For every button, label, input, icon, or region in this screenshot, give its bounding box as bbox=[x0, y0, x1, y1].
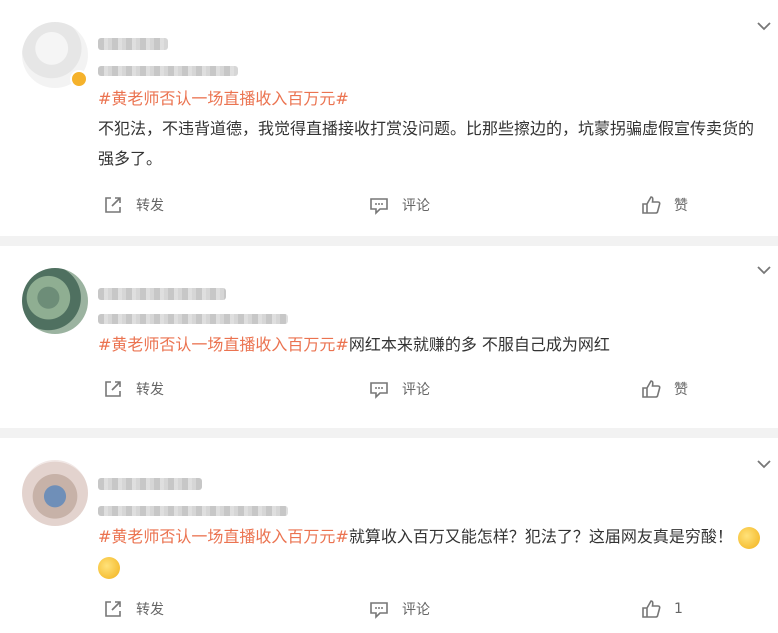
repost-button[interactable]: 转发 bbox=[102, 598, 164, 620]
comment-label: 评论 bbox=[402, 382, 430, 398]
hashtag-link[interactable]: #黄老师否认一场直播收入百万元# bbox=[98, 527, 349, 546]
username-blurred[interactable] bbox=[98, 38, 168, 50]
post-text: #黄老师否认一场直播收入百万元#网红本来就赚的多 不服自己成为网红 bbox=[98, 330, 764, 360]
repost-label: 转发 bbox=[136, 602, 164, 618]
like-count: 1 bbox=[674, 601, 683, 617]
post-meta-blurred bbox=[98, 314, 288, 324]
post-card: #黄老师否认一场直播收入百万元#就算收入百万又能怎样？犯法了？这届网友真是穷酸！… bbox=[0, 438, 778, 633]
repost-button[interactable]: 转发 bbox=[102, 378, 164, 400]
comment-label: 评论 bbox=[402, 602, 430, 618]
post-body: 不犯法，不违背道德，我觉得直播接收打赏没问题。比那些擦边的，坑蒙拐骗虚假宣传卖货… bbox=[98, 119, 755, 168]
chevron-down-icon[interactable] bbox=[756, 262, 772, 278]
username-blurred[interactable] bbox=[98, 478, 202, 490]
comment-button[interactable]: 评论 bbox=[368, 194, 430, 216]
comment-icon bbox=[370, 602, 388, 619]
post-body: 就算收入百万又能怎样？犯法了？这届网友真是穷酸！ bbox=[348, 527, 733, 546]
post-card: #黄老师否认一场直播收入百万元#网红本来就赚的多 不服自己成为网红 转发 评论 … bbox=[0, 246, 778, 428]
repost-button[interactable]: 转发 bbox=[102, 194, 164, 216]
thumbs-up-icon bbox=[642, 196, 661, 214]
like-button[interactable]: 赞 bbox=[640, 378, 688, 400]
like-button[interactable]: 赞 bbox=[640, 194, 688, 216]
comment-feed: #黄老师否认一场直播收入百万元# 不犯法，不违背道德，我觉得直播接收打赏没问题。… bbox=[0, 0, 778, 633]
comment-button[interactable]: 评论 bbox=[368, 378, 430, 400]
chevron-down-icon[interactable] bbox=[756, 18, 772, 34]
post-actions: 转发 评论 赞 bbox=[0, 378, 778, 408]
comment-icon bbox=[370, 198, 388, 215]
hashtag-link[interactable]: #黄老师否认一场直播收入百万元# bbox=[98, 89, 349, 108]
comment-label: 评论 bbox=[402, 198, 430, 214]
thumbs-up-icon bbox=[642, 380, 661, 398]
post-body: 网红本来就赚的多 不服自己成为网红 bbox=[348, 335, 610, 354]
repost-label: 转发 bbox=[136, 382, 164, 398]
post-meta-blurred bbox=[98, 506, 288, 516]
comment-button[interactable]: 评论 bbox=[368, 598, 430, 620]
like-label: 赞 bbox=[674, 382, 688, 398]
verified-badge-icon bbox=[70, 70, 88, 88]
repost-icon bbox=[105, 197, 121, 213]
post-actions: 转发 评论 赞 bbox=[0, 194, 778, 224]
avatar[interactable] bbox=[22, 460, 88, 526]
post-card: #黄老师否认一场直播收入百万元# 不犯法，不违背道德，我觉得直播接收打赏没问题。… bbox=[0, 0, 778, 236]
post-text: #黄老师否认一场直播收入百万元# 不犯法，不违背道德，我觉得直播接收打赏没问题。… bbox=[98, 84, 764, 174]
repost-icon bbox=[105, 601, 121, 617]
repost-icon bbox=[105, 381, 121, 397]
chevron-down-icon[interactable] bbox=[756, 456, 772, 472]
comment-icon bbox=[370, 382, 388, 399]
like-label: 赞 bbox=[674, 198, 688, 214]
post-meta-blurred bbox=[98, 66, 238, 76]
post-text: #黄老师否认一场直播收入百万元#就算收入百万又能怎样？犯法了？这届网友真是穷酸！ bbox=[98, 522, 764, 582]
emoji-icon bbox=[737, 526, 760, 549]
like-button[interactable]: 1 bbox=[640, 598, 683, 620]
thumbs-up-icon bbox=[642, 600, 661, 618]
divider bbox=[0, 236, 778, 246]
repost-label: 转发 bbox=[136, 198, 164, 214]
username-blurred[interactable] bbox=[98, 288, 226, 300]
emoji-icon bbox=[98, 556, 120, 579]
hashtag-link[interactable]: #黄老师否认一场直播收入百万元# bbox=[98, 335, 349, 354]
avatar[interactable] bbox=[22, 268, 88, 334]
post-actions: 转发 评论 1 bbox=[0, 598, 778, 628]
divider bbox=[0, 428, 778, 438]
